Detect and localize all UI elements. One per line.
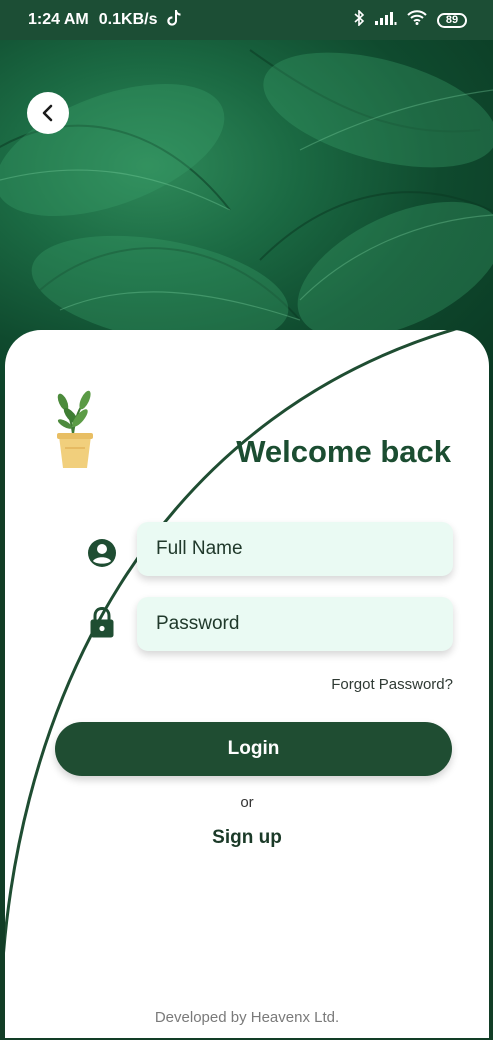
or-separator: or	[240, 794, 254, 811]
tiktok-icon	[167, 9, 181, 31]
potted-plant-icon	[53, 388, 97, 470]
bluetooth-icon	[354, 8, 365, 31]
developer-credit: Developed by Heavenx Ltd.	[154, 1009, 340, 1026]
forgot-password-link[interactable]: Forgot Password?	[331, 676, 453, 693]
signal-icon	[375, 11, 397, 30]
password-input[interactable]	[137, 597, 453, 651]
battery-level: 89	[445, 14, 459, 26]
account-circle-icon	[86, 537, 118, 569]
login-button[interactable]: Login	[55, 722, 452, 776]
page-title: Welcome back	[236, 434, 451, 469]
status-right: 89	[354, 8, 467, 31]
status-bar: 1:24 AM 0.1KB/s 89	[0, 0, 493, 40]
battery-icon: 89	[437, 12, 467, 28]
wifi-icon	[407, 10, 427, 30]
back-button[interactable]	[27, 92, 69, 134]
full-name-input[interactable]	[137, 522, 453, 576]
chevron-left-icon	[42, 104, 53, 122]
status-time: 1:24 AM	[28, 11, 89, 28]
lock-icon	[86, 607, 118, 639]
status-left: 1:24 AM 0.1KB/s	[28, 9, 181, 31]
login-card: Welcome back Forgot Password? Login or S…	[5, 330, 489, 1038]
network-speed: 0.1KB/s	[98, 11, 158, 28]
signup-link[interactable]: Sign up	[5, 827, 489, 849]
